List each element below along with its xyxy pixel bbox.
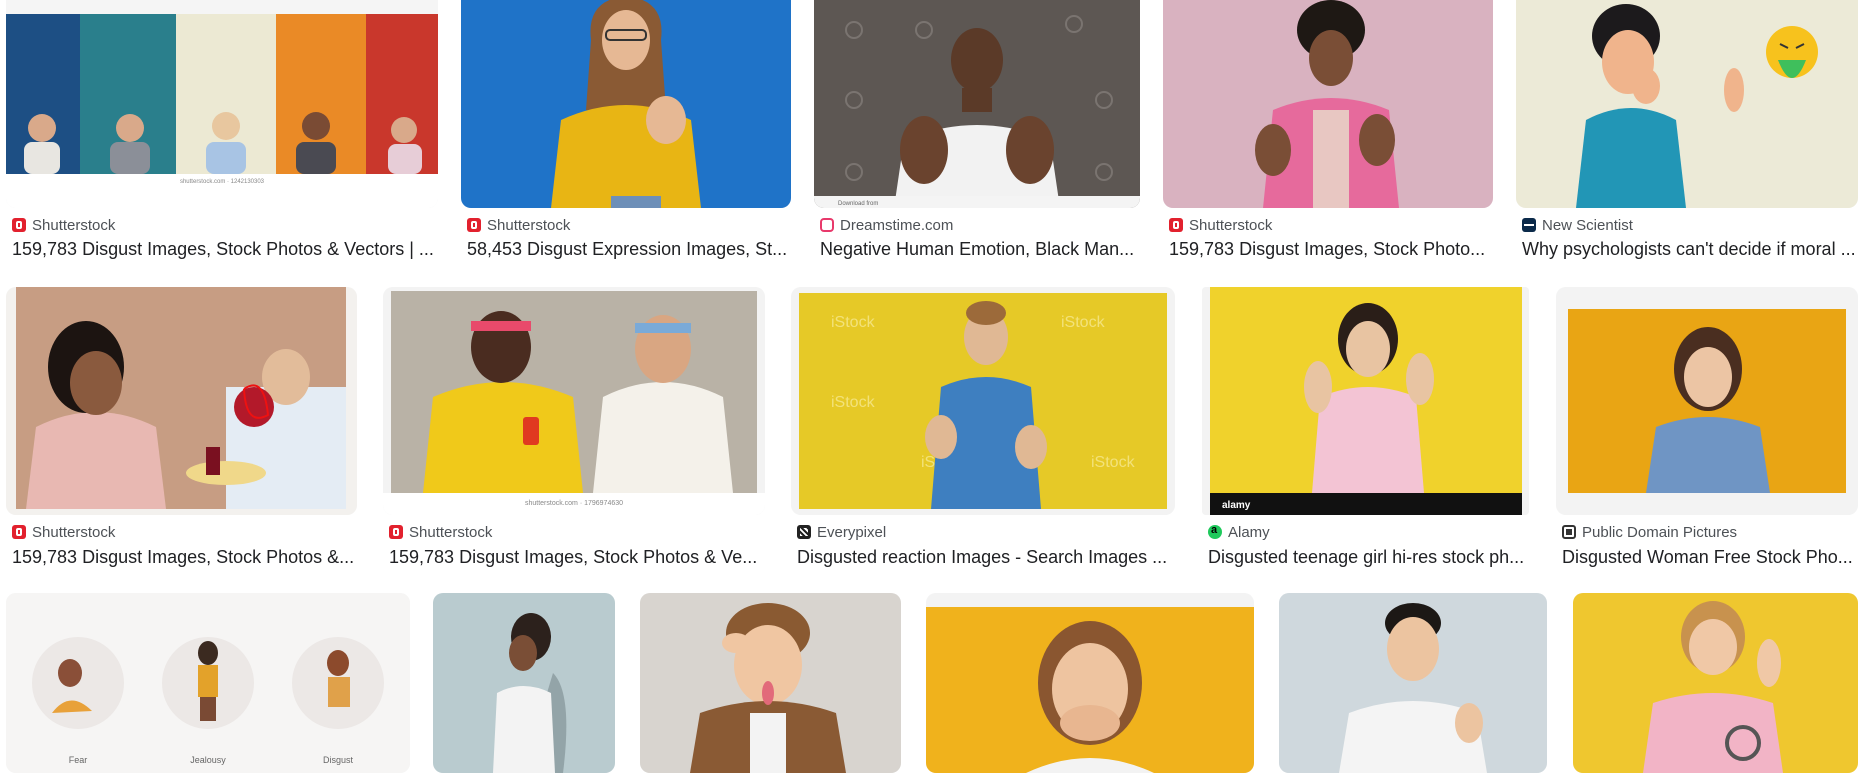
diagram-label: Fear <box>69 755 88 765</box>
image-result-card[interactable]: Shutterstock 159,783 Disgust Images, Sto… <box>1163 0 1493 260</box>
result-title[interactable]: 159,783 Disgust Images, Stock Photos & V… <box>389 546 767 568</box>
source-name: Shutterstock <box>1189 216 1273 234</box>
source-name: Public Domain Pictures <box>1582 523 1738 541</box>
result-thumbnail[interactable] <box>640 593 901 773</box>
result-thumbnail[interactable] <box>1556 287 1858 515</box>
result-title[interactable]: 58,453 Disgust Expression Images, St... <box>467 238 793 260</box>
result-source[interactable]: Shutterstock <box>1169 216 1272 234</box>
watermark-text: iStock <box>1061 314 1106 331</box>
result-source[interactable]: Everypixel <box>797 523 886 541</box>
source-name: Everypixel <box>817 523 887 541</box>
image-result-card[interactable] <box>1573 593 1858 773</box>
diagram-label: Jealousy <box>190 755 226 765</box>
result-title[interactable]: Why psychologists can't decide if moral … <box>1522 238 1860 260</box>
result-thumbnail[interactable]: Download from <box>814 0 1140 208</box>
watermark-text: shutterstock.com · 1796974630 <box>525 500 623 507</box>
dreamstime-icon <box>820 218 834 232</box>
result-title[interactable]: Disgusted reaction Images - Search Image… <box>797 546 1177 568</box>
shutterstock-icon <box>12 525 26 539</box>
image-result-card[interactable]: Shutterstock 58,453 Disgust Expression I… <box>461 0 791 260</box>
image-result-card[interactable]: Fear Jealousy Disgust <box>6 593 410 773</box>
image-result-card[interactable]: iStock iStock iStock iStock iStock Every… <box>791 287 1175 570</box>
image-result-card[interactable]: Public Domain Pictures Disgusted Woman F… <box>1556 287 1858 570</box>
source-name: Dreamstime.com <box>840 216 954 234</box>
everypixel-icon <box>797 525 811 539</box>
result-thumbnail[interactable] <box>461 0 791 208</box>
result-source[interactable]: Shutterstock <box>467 216 570 234</box>
result-source[interactable]: Alamy <box>1208 523 1270 541</box>
result-source[interactable]: Shutterstock <box>12 523 115 541</box>
result-source[interactable]: Public Domain Pictures <box>1562 523 1737 541</box>
result-thumbnail[interactable]: alamy <box>1202 287 1529 515</box>
result-thumbnail[interactable] <box>433 593 615 773</box>
alamy-icon <box>1208 524 1222 539</box>
diagram-label: Disgust <box>323 755 354 765</box>
watermark-text: shutterstock.com · 1242130303 <box>180 179 265 185</box>
shutterstock-icon <box>1169 218 1183 232</box>
result-thumbnail[interactable]: iStock iStock iStock iStock iStock <box>791 287 1175 515</box>
image-result-card[interactable]: alamy Alamy Disgusted teenage girl hi-re… <box>1202 287 1529 570</box>
result-thumbnail[interactable] <box>1279 593 1547 773</box>
watermark-text: Download from <box>838 201 878 207</box>
result-thumbnail[interactable] <box>1516 0 1858 208</box>
result-source[interactable]: New Scientist <box>1522 216 1633 234</box>
image-result-card[interactable]: shutterstock.com · 1796974630 Shuttersto… <box>383 287 765 570</box>
source-name: Alamy <box>1228 523 1270 541</box>
image-result-card[interactable]: shutterstock.com · 1242130303 Shuttersto… <box>6 0 438 260</box>
watermark-text: iStock <box>831 394 876 411</box>
shutterstock-icon <box>12 218 26 232</box>
source-name: Shutterstock <box>487 216 571 234</box>
image-result-card[interactable]: Shutterstock 159,783 Disgust Images, Sto… <box>6 287 357 570</box>
shutterstock-icon <box>467 218 481 232</box>
image-result-card[interactable]: Download from Dreamstime.com Negative Hu… <box>814 0 1140 260</box>
image-result-card[interactable] <box>640 593 901 773</box>
result-title[interactable]: Disgusted Woman Free Stock Pho... <box>1562 546 1860 568</box>
result-title[interactable]: 159,783 Disgust Images, Stock Photos &..… <box>12 546 359 568</box>
watermark-text: iStock <box>831 314 876 331</box>
watermark-text: iStock <box>1091 454 1136 471</box>
image-result-card[interactable] <box>1279 593 1547 773</box>
image-result-card[interactable] <box>433 593 615 773</box>
source-name: Shutterstock <box>32 216 116 234</box>
image-result-card[interactable]: New Scientist Why psychologists can't de… <box>1516 0 1858 260</box>
result-title[interactable]: 159,783 Disgust Images, Stock Photos & V… <box>12 238 440 260</box>
result-thumbnail[interactable]: shutterstock.com · 1796974630 <box>383 287 765 515</box>
result-thumbnail[interactable]: shutterstock.com · 1242130303 <box>6 0 438 208</box>
shutterstock-icon <box>389 525 403 539</box>
source-name: New Scientist <box>1542 216 1633 234</box>
source-name: Shutterstock <box>32 523 116 541</box>
result-title[interactable]: 159,783 Disgust Images, Stock Photo... <box>1169 238 1495 260</box>
result-source[interactable]: Shutterstock <box>389 523 492 541</box>
result-thumbnail[interactable] <box>1163 0 1493 208</box>
result-title[interactable]: Negative Human Emotion, Black Man... <box>820 238 1142 260</box>
image-result-card[interactable] <box>926 593 1254 773</box>
result-thumbnail[interactable] <box>6 287 357 515</box>
result-source[interactable]: Shutterstock <box>12 216 115 234</box>
new-scientist-icon <box>1522 218 1536 232</box>
result-source[interactable]: Dreamstime.com <box>820 216 953 234</box>
result-thumbnail[interactable] <box>1573 593 1858 773</box>
source-name: Shutterstock <box>409 523 493 541</box>
result-thumbnail[interactable] <box>926 593 1254 773</box>
public-domain-pictures-icon <box>1562 525 1576 539</box>
result-thumbnail[interactable]: Fear Jealousy Disgust <box>6 593 410 773</box>
result-title[interactable]: Disgusted teenage girl hi-res stock ph..… <box>1208 546 1531 568</box>
watermark-text: alamy <box>1222 500 1251 511</box>
